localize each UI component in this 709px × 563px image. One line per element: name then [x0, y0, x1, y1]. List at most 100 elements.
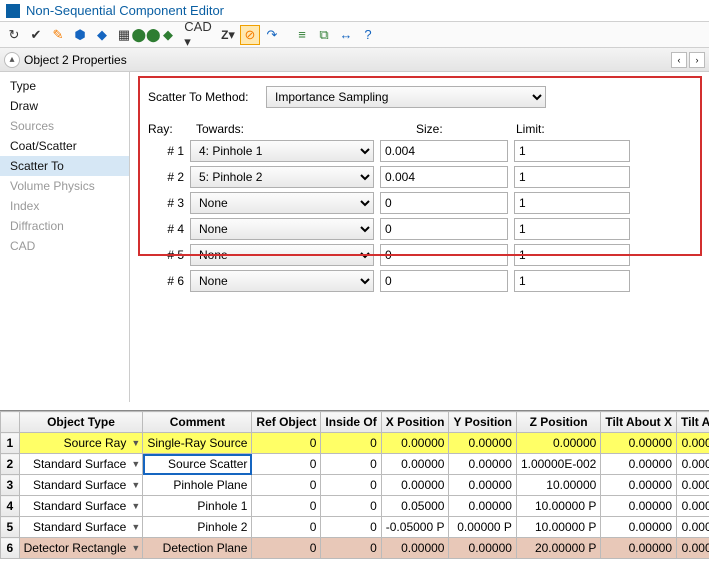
cell-r3-c8[interactable]: 0.00000: [601, 475, 677, 496]
validate-icon[interactable]: ✔: [26, 25, 46, 45]
sidebar-item-index[interactable]: Index: [0, 196, 129, 216]
towards-select-6[interactable]: None: [190, 270, 374, 292]
cell-r5-c0[interactable]: 5: [1, 517, 20, 538]
col-tilt-about-x[interactable]: Tilt About X: [601, 412, 677, 433]
cell-r1-c6[interactable]: 0.00000: [449, 433, 516, 454]
size-input-6[interactable]: [380, 270, 508, 292]
cell-r6-c9[interactable]: 0.00000: [677, 538, 709, 559]
cell-r4-c7[interactable]: 10.00000 P: [516, 496, 600, 517]
cell-r4-c1[interactable]: Standard Surface▼: [19, 496, 143, 517]
cell-r3-c9[interactable]: 0.00000: [677, 475, 709, 496]
refresh-icon[interactable]: ↻: [4, 25, 24, 45]
cell-r1-c4[interactable]: 0: [321, 433, 381, 454]
cell-r1-c0[interactable]: 1: [1, 433, 20, 454]
cell-r6-c5[interactable]: 0.00000: [381, 538, 449, 559]
cell-r6-c2[interactable]: Detection Plane: [143, 538, 252, 559]
sidebar-item-volume-physics[interactable]: Volume Physics: [0, 176, 129, 196]
next-object-button[interactable]: ›: [689, 52, 705, 68]
cell-r2-c0[interactable]: 2: [1, 454, 20, 475]
cell-r3-c0[interactable]: 3: [1, 475, 20, 496]
cell-r6-c3[interactable]: 0: [252, 538, 321, 559]
objtype-dropdown-icon[interactable]: ▼: [131, 480, 140, 490]
diamond-icon[interactable]: ◆: [158, 25, 178, 45]
cell-r2-c1[interactable]: Standard Surface▼: [19, 454, 143, 475]
objtype-dropdown-icon[interactable]: ▼: [131, 501, 140, 511]
cell-r1-c1[interactable]: Source Ray▼: [19, 433, 143, 454]
prev-object-button[interactable]: ‹: [671, 52, 687, 68]
cell-r5-c9[interactable]: 0.00000: [677, 517, 709, 538]
cell-r2-c3[interactable]: 0: [252, 454, 321, 475]
col-inside-of[interactable]: Inside Of: [321, 412, 381, 433]
cell-r4-c3[interactable]: 0: [252, 496, 321, 517]
cell-r3-c2[interactable]: Pinhole Plane: [143, 475, 252, 496]
col-rownum[interactable]: [1, 412, 20, 433]
sidebar-item-type[interactable]: Type: [0, 76, 129, 96]
list-icon[interactable]: ≡: [292, 25, 312, 45]
cell-r1-c3[interactable]: 0: [252, 433, 321, 454]
cell-r3-c7[interactable]: 10.00000: [516, 475, 600, 496]
cell-r6-c8[interactable]: 0.00000: [601, 538, 677, 559]
cell-r5-c3[interactable]: 0: [252, 517, 321, 538]
cell-r4-c8[interactable]: 0.00000: [601, 496, 677, 517]
z-dropdown[interactable]: Z ▾: [218, 25, 238, 45]
cell-r5-c7[interactable]: 10.00000 P: [516, 517, 600, 538]
objtype-dropdown-icon[interactable]: ▼: [131, 543, 140, 553]
cell-r2-c6[interactable]: 0.00000: [449, 454, 516, 475]
sidebar-item-coat-scatter[interactable]: Coat/Scatter: [0, 136, 129, 156]
sidebar-item-cad[interactable]: CAD: [0, 236, 129, 256]
cell-r6-c6[interactable]: 0.00000: [449, 538, 516, 559]
cell-r2-c8[interactable]: 0.00000: [601, 454, 677, 475]
cell-r4-c4[interactable]: 0: [321, 496, 381, 517]
cell-r5-c8[interactable]: 0.00000: [601, 517, 677, 538]
cell-r1-c5[interactable]: 0.00000: [381, 433, 449, 454]
cell-r5-c2[interactable]: Pinhole 2: [143, 517, 252, 538]
cell-r5-c5[interactable]: -0.05000 P: [381, 517, 449, 538]
cell-r6-c7[interactable]: 20.00000 P: [516, 538, 600, 559]
object-table[interactable]: Object TypeCommentRef ObjectInside OfX P…: [0, 411, 709, 559]
cell-r1-c7[interactable]: 0.00000: [516, 433, 600, 454]
cell-r1-c8[interactable]: 0.00000: [601, 433, 677, 454]
cell-r3-c5[interactable]: 0.00000: [381, 475, 449, 496]
objtype-dropdown-icon[interactable]: ▼: [131, 438, 140, 448]
collapse-caret-icon[interactable]: ▴: [4, 52, 20, 68]
cell-r2-c2[interactable]: Source Scatter: [143, 454, 252, 475]
objtype-dropdown-icon[interactable]: ▼: [131, 522, 140, 532]
cell-r5-c6[interactable]: 0.00000 P: [449, 517, 516, 538]
col-z-position[interactable]: Z Position: [516, 412, 600, 433]
col-ref-object[interactable]: Ref Object: [252, 412, 321, 433]
cell-r6-c4[interactable]: 0: [321, 538, 381, 559]
redo-icon[interactable]: ↷: [262, 25, 282, 45]
col-tilt-abo[interactable]: Tilt Abo: [677, 412, 709, 433]
cell-r2-c7[interactable]: 1.00000E-002: [516, 454, 600, 475]
col-comment[interactable]: Comment: [143, 412, 252, 433]
cell-r4-c6[interactable]: 0.00000: [449, 496, 516, 517]
cell-r1-c2[interactable]: Single-Ray Source: [143, 433, 252, 454]
no-entry-icon[interactable]: ⊘: [240, 25, 260, 45]
wand-icon[interactable]: ✎: [48, 25, 68, 45]
limit-input-6[interactable]: [514, 270, 630, 292]
cell-r3-c6[interactable]: 0.00000: [449, 475, 516, 496]
cell-r2-c9[interactable]: 0.00000: [677, 454, 709, 475]
hex-settings-icon[interactable]: ⬢: [70, 25, 90, 45]
col-x-position[interactable]: X Position: [381, 412, 449, 433]
cube-icon[interactable]: ◆: [92, 25, 112, 45]
col-object-type[interactable]: Object Type: [19, 412, 143, 433]
cad-dropdown[interactable]: CAD ▾: [188, 25, 208, 45]
expand-icon[interactable]: ↔: [336, 25, 356, 45]
sidebar-item-diffraction[interactable]: Diffraction: [0, 216, 129, 236]
cell-r3-c4[interactable]: 0: [321, 475, 381, 496]
cell-r1-c9[interactable]: 0.00000: [677, 433, 709, 454]
link-icon[interactable]: ⬤⬤: [136, 25, 156, 45]
cell-r4-c0[interactable]: 4: [1, 496, 20, 517]
cell-r4-c9[interactable]: 0.00000: [677, 496, 709, 517]
cell-r3-c3[interactable]: 0: [252, 475, 321, 496]
cell-r6-c1[interactable]: Detector Rectangle▼: [19, 538, 143, 559]
cell-r5-c4[interactable]: 0: [321, 517, 381, 538]
help-icon[interactable]: ?: [358, 25, 378, 45]
sidebar-item-draw[interactable]: Draw: [0, 96, 129, 116]
cell-r2-c4[interactable]: 0: [321, 454, 381, 475]
cell-r2-c5[interactable]: 0.00000: [381, 454, 449, 475]
objtype-dropdown-icon[interactable]: ▼: [131, 459, 140, 469]
cell-r5-c1[interactable]: Standard Surface▼: [19, 517, 143, 538]
cell-r4-c5[interactable]: 0.05000: [381, 496, 449, 517]
